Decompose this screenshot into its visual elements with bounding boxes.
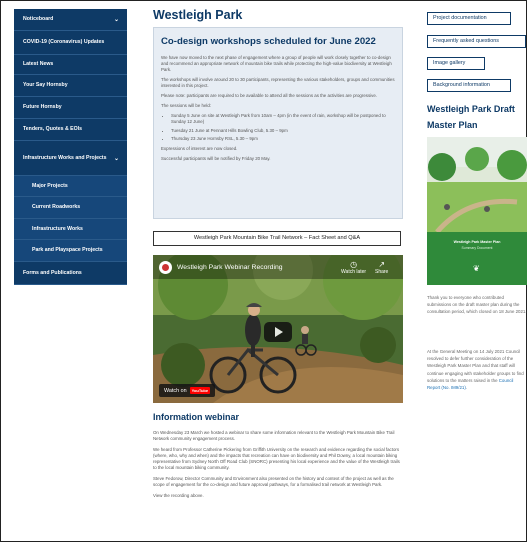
- session-item: Tuesday 21 June at Pennant Hills Bowling…: [171, 128, 395, 134]
- sidebar-item[interactable]: Tenders, Quotes & EOIs: [14, 119, 127, 141]
- chevron-down-icon[interactable]: ⌄: [114, 155, 119, 162]
- info-paragraph: On Wednesday 23 March we hosted a webina…: [153, 430, 395, 441]
- sidebar-item-label: Current Roadworks: [32, 204, 81, 211]
- master-plan-cover-image[interactable]: Westleigh Park Master Plan Summary Docum…: [427, 137, 527, 285]
- page-title: Westleigh Park: [153, 8, 243, 22]
- codesign-paragraph: We have now moved to the next phase of e…: [161, 55, 392, 72]
- share-label: Share: [375, 269, 389, 275]
- sidebar-item[interactable]: Future Hornsby: [14, 97, 127, 119]
- codesign-paragraph: Expressions of interest are now closed.: [161, 146, 238, 151]
- sidebar-item-label: Your Say Hornsby: [23, 82, 68, 89]
- info-paragraph: View the recording above.: [153, 493, 204, 498]
- sidebar-item-label: Latest News: [23, 61, 54, 68]
- sidebar-item-label: Major Projects: [32, 182, 68, 189]
- play-button[interactable]: [264, 322, 292, 342]
- share-button[interactable]: ↗ Share: [375, 260, 388, 275]
- sidebar-nav: Noticeboard ⌄ COVID-19 (Coronavirus) Updat…: [14, 9, 127, 285]
- info-paragraph: We heard from Professor Catherine Picker…: [153, 447, 400, 470]
- sidebar-item-label: Forms and Publications: [23, 269, 82, 276]
- sidebar-item[interactable]: Noticeboard ⌄: [14, 9, 127, 31]
- draft-master-plan-heading: Westleigh Park Draft Master Plan: [427, 101, 527, 133]
- thank-you-text: Thank you to everyone who contributed su…: [427, 295, 527, 315]
- sidebar-item-label: Tenders, Quotes & EOIs: [23, 126, 82, 133]
- faq-button[interactable]: Frequently asked questions: [427, 35, 526, 48]
- sidebar-item-label: Future Hornsby: [23, 104, 62, 111]
- sidebar-item[interactable]: Current Roadworks: [14, 197, 127, 219]
- sidebar-item-label: Noticeboard: [23, 16, 54, 23]
- info-webinar-body: On Wednesday 23 March we hosted a webina…: [153, 430, 403, 504]
- sidebar-item-label: COVID-19 (Coronavirus) Updates: [23, 39, 105, 46]
- clock-icon: ◷: [350, 260, 358, 269]
- sidebar-item[interactable]: Park and Playspace Projects: [14, 240, 127, 262]
- sessions-list: Sunday 5 June on site at Westleigh Park …: [171, 113, 395, 142]
- codesign-paragraph: Successful participants will be notified…: [161, 156, 271, 161]
- session-item: Thursday 23 June Hornsby RSL, 5.30 – 9pm: [171, 136, 395, 142]
- codesign-panel: Co-design workshops scheduled for June 2…: [153, 27, 403, 219]
- sidebar-item-label: Infrastructure Works: [32, 225, 83, 232]
- sidebar-item[interactable]: Infrastructure Works and Projects ⌄: [14, 141, 127, 176]
- watch-on-label: Watch on: [164, 387, 187, 394]
- general-meeting-text-end: .: [465, 385, 468, 391]
- watch-later-label: Watch later: [341, 269, 367, 275]
- channel-logo-icon[interactable]: [159, 261, 172, 274]
- draft-master-plan-title: Westleigh Park Draft Master Plan: [427, 104, 515, 130]
- codesign-heading: Co-design workshops scheduled for June 2…: [161, 36, 376, 47]
- youtube-logo-icon: YouTube: [189, 387, 211, 394]
- info-webinar-heading: Information webinar: [153, 412, 240, 422]
- image-gallery-button[interactable]: Image gallery: [427, 57, 485, 70]
- session-item: Sunday 5 June on site at Westleigh Park …: [171, 113, 395, 125]
- park-illustration: [427, 137, 527, 285]
- info-paragraph: Steve Fedorow, Director Community and En…: [153, 476, 394, 487]
- sidebar-item[interactable]: Major Projects: [14, 176, 127, 197]
- codesign-paragraph: Please note: participants are required t…: [161, 93, 377, 98]
- watch-later-button[interactable]: ◷ Watch later: [341, 260, 366, 275]
- sidebar-item-label: Park and Playspace Projects: [32, 247, 103, 254]
- sidebar-item[interactable]: COVID-19 (Coronavirus) Updates: [14, 31, 127, 55]
- video-player[interactable]: Westleigh Park Webinar Recording ◷ Watch…: [153, 255, 403, 403]
- sidebar-item[interactable]: Latest News: [14, 55, 127, 75]
- plan-subcaption: Summary Document: [461, 246, 493, 250]
- sidebar-item[interactable]: Infrastructure Works: [14, 219, 127, 240]
- project-documentation-button[interactable]: Project documentation: [427, 12, 511, 25]
- sidebar-item[interactable]: Your Say Hornsby: [14, 75, 127, 97]
- sidebar-item-label: Infrastructure Works and Projects: [23, 154, 107, 161]
- video-title[interactable]: Westleigh Park Webinar Recording: [177, 264, 283, 271]
- general-meeting-text: At the General Meeting on 14 July 2021 C…: [427, 348, 527, 391]
- codesign-paragraph: The sessions will be held:: [161, 103, 212, 108]
- watch-on-youtube-button[interactable]: Watch on YouTube: [159, 384, 216, 397]
- share-icon: ↗: [378, 260, 386, 269]
- council-logo-icon: ❦: [473, 264, 480, 273]
- fact-sheet-button[interactable]: Westleigh Park Mountain Bike Trail Netwo…: [153, 231, 401, 246]
- sidebar-item[interactable]: Forms and Publications: [14, 262, 127, 285]
- plan-caption: Westleigh Park Master Plan: [453, 240, 501, 244]
- background-information-button[interactable]: Background information: [427, 79, 511, 92]
- codesign-paragraph: The workshops will involve around 20 to …: [161, 77, 395, 88]
- chevron-down-icon[interactable]: ⌄: [114, 16, 119, 23]
